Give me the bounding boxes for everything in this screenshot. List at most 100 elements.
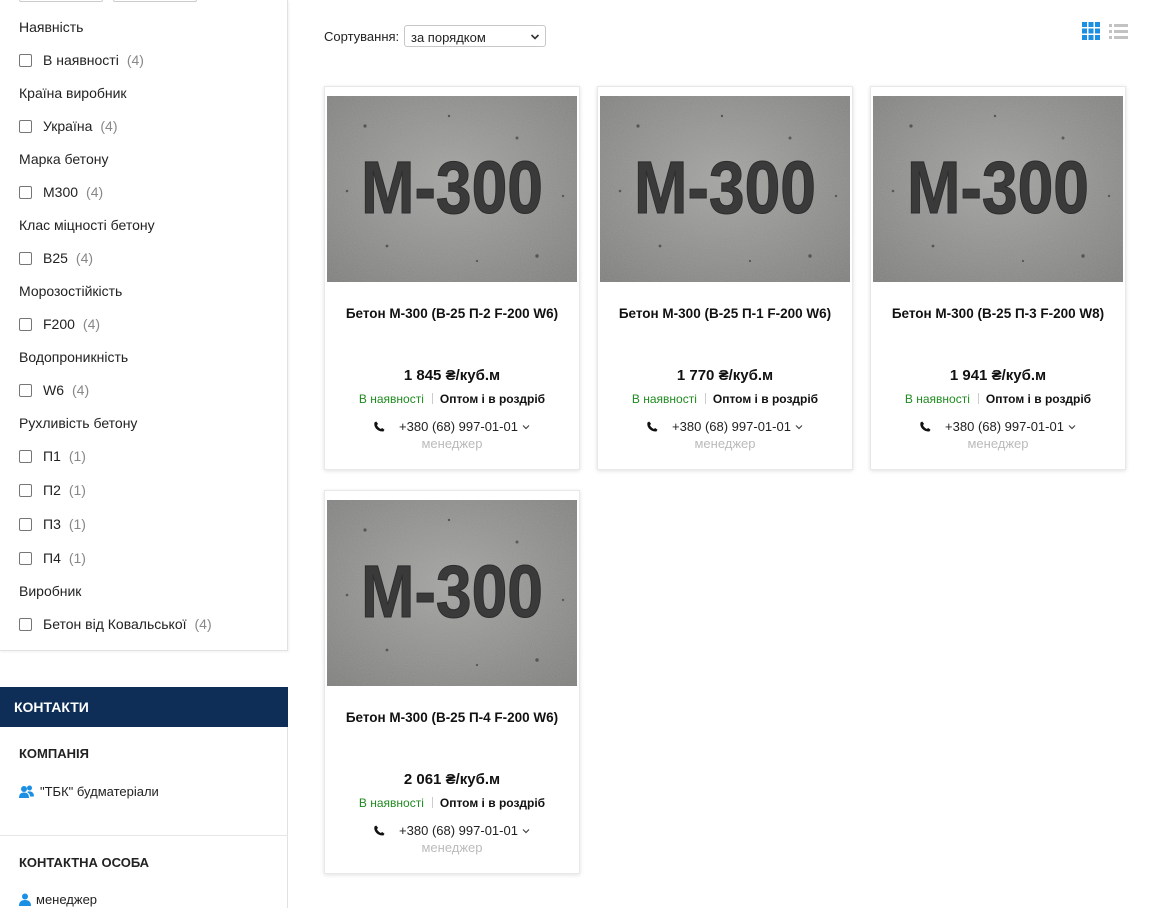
wholesale-label: Оптом і в роздріб (712, 392, 819, 406)
product-image[interactable]: М-300 (873, 96, 1123, 282)
phone-icon (374, 824, 385, 839)
filter-checkbox[interactable] (19, 483, 32, 497)
filter-option-label: М300 (43, 184, 79, 200)
phone-dropdown[interactable]: +380 (68) 997-01-01 (871, 419, 1125, 435)
chevron-down-icon (795, 419, 803, 434)
filter-checkbox[interactable] (19, 317, 32, 331)
phone-number: +380 (68) 997-01-01 (672, 419, 791, 434)
filter-input-stub[interactable] (19, 0, 103, 2)
phone-dropdown[interactable]: +380 (68) 997-01-01 (598, 419, 852, 435)
filter-option-label: Бетон від Ковальської (43, 616, 187, 632)
product-price: 1 845 ₴/куб.м (403, 367, 501, 384)
filter-option-label: Україна (43, 118, 93, 134)
product-name[interactable]: Бетон М-300 (В-25 П-4 F-200 W6) (345, 710, 559, 726)
filter-option-count: (1) (68, 550, 86, 566)
filter-checkbox[interactable] (19, 449, 32, 463)
company-name: "ТБК" будматеріали (40, 784, 159, 799)
filter-group-title: Клас міцності бетону (19, 217, 155, 233)
product-price: 1 941 ₴/куб.м (949, 367, 1047, 384)
company-title: КОМПАНІЯ (19, 746, 89, 761)
product-status: В наявності Оптом і в роздріб (325, 392, 579, 406)
filter-option-label: B25 (43, 250, 68, 266)
product-card[interactable]: М-300 Бетон М-300 (В-25 П-1 F-200 W6) 1 … (597, 86, 853, 470)
filter-group-title: Виробник (19, 583, 82, 599)
filter-option-count: (4) (126, 52, 144, 68)
filter-checkbox[interactable] (19, 119, 32, 133)
phone-number: +380 (68) 997-01-01 (945, 419, 1064, 434)
phone-icon (374, 420, 385, 435)
filter-option-p1[interactable]: П1 (1) (19, 448, 86, 464)
wholesale-label: Оптом і в роздріб (439, 392, 546, 406)
product-image-label: М-300 (361, 550, 543, 633)
manager-label: менеджер (967, 436, 1029, 451)
filter-checkbox[interactable] (19, 53, 32, 67)
phone-number: +380 (68) 997-01-01 (399, 823, 518, 838)
product-card[interactable]: М-300 Бетон М-300 (В-25 П-2 F-200 W6) 1 … (324, 86, 580, 470)
filter-checkbox[interactable] (19, 383, 32, 397)
filter-option-p2[interactable]: П2 (1) (19, 482, 86, 498)
list-view-icon[interactable] (1109, 23, 1128, 45)
sort-select-value: за порядком (411, 30, 486, 45)
product-name[interactable]: Бетон М-300 (В-25 П-1 F-200 W6) (618, 306, 832, 322)
filter-option-f200[interactable]: F200 (4) (19, 316, 100, 332)
manager-label: менеджер (694, 436, 756, 451)
filter-checkbox[interactable] (19, 551, 32, 565)
sort-label: Сортування: (324, 29, 400, 44)
filter-option-label: W6 (43, 382, 64, 398)
product-card[interactable]: М-300 Бетон М-300 (В-25 П-4 F-200 W6) 2 … (324, 490, 580, 874)
user-icon (19, 893, 31, 906)
phone-number: +380 (68) 997-01-01 (399, 419, 518, 434)
product-name[interactable]: Бетон М-300 (В-25 П-3 F-200 W8) (891, 306, 1105, 322)
filter-option-ukraine[interactable]: Україна (4) (19, 118, 118, 134)
grid-view-icon[interactable] (1082, 22, 1100, 45)
stock-status: В наявності (904, 392, 970, 406)
filter-group-title: Марка бетону (19, 151, 109, 167)
filter-option-label: В наявності (43, 52, 119, 68)
phone-dropdown[interactable]: +380 (68) 997-01-01 (325, 419, 579, 435)
users-icon (19, 784, 34, 799)
product-price: 1 770 ₴/куб.м (676, 367, 774, 384)
company-line[interactable]: "ТБК" будматеріали (19, 784, 159, 799)
filter-checkbox[interactable] (19, 517, 32, 531)
filter-checkbox[interactable] (19, 185, 32, 199)
chevron-down-icon (1068, 419, 1076, 434)
filter-option-in-stock[interactable]: В наявності (4) (19, 52, 144, 68)
phone-icon (920, 420, 931, 435)
filter-option-count: (4) (86, 184, 104, 200)
filter-checkbox[interactable] (19, 251, 32, 265)
chevron-down-icon (522, 419, 530, 434)
filter-option-w6[interactable]: W6 (4) (19, 382, 89, 398)
chevron-down-icon (522, 823, 530, 838)
product-image[interactable]: М-300 (327, 500, 577, 686)
filter-option-label: F200 (43, 316, 75, 332)
contact-person-name: менеджер (36, 892, 98, 907)
chevron-down-icon (530, 30, 540, 45)
filter-option-m300[interactable]: М300 (4) (19, 184, 103, 200)
filter-option-count: (4) (82, 316, 101, 332)
contact-person-line[interactable]: менеджер (19, 892, 97, 907)
filter-option-p4[interactable]: П4 (1) (19, 550, 86, 566)
product-status: В наявності Оптом і в роздріб (325, 796, 579, 810)
filter-option-manufacturer[interactable]: Бетон від Ковальської (4) (19, 616, 212, 632)
product-image[interactable]: М-300 (600, 96, 850, 282)
filter-group-title: Країна виробник (19, 85, 127, 101)
wholesale-label: Оптом і в роздріб (985, 392, 1092, 406)
phone-dropdown[interactable]: +380 (68) 997-01-01 (325, 823, 579, 839)
filter-group-title: Наявність (19, 19, 84, 35)
product-name[interactable]: Бетон М-300 (В-25 П-2 F-200 W6) (345, 306, 559, 322)
sort-select[interactable]: за порядком (404, 25, 546, 47)
filter-option-label: П1 (43, 448, 61, 464)
stock-status: В наявності (358, 392, 424, 406)
filter-option-b25[interactable]: B25 (4) (19, 250, 93, 266)
filter-option-p3[interactable]: П3 (1) (19, 516, 86, 532)
product-image[interactable]: М-300 (327, 96, 577, 282)
product-price: 2 061 ₴/куб.м (403, 771, 501, 788)
filter-checkbox[interactable] (19, 617, 32, 631)
filter-input-stub[interactable] (113, 0, 197, 2)
sidebar: Наявність В наявності (4) Країна виробни… (0, 0, 288, 908)
filter-group-title: Водопроникність (19, 349, 129, 365)
stock-status: В наявності (631, 392, 697, 406)
filter-option-count: (4) (194, 616, 212, 632)
product-card[interactable]: М-300 Бетон М-300 (В-25 П-3 F-200 W8) 1 … (870, 86, 1126, 470)
phone-icon (647, 420, 658, 435)
